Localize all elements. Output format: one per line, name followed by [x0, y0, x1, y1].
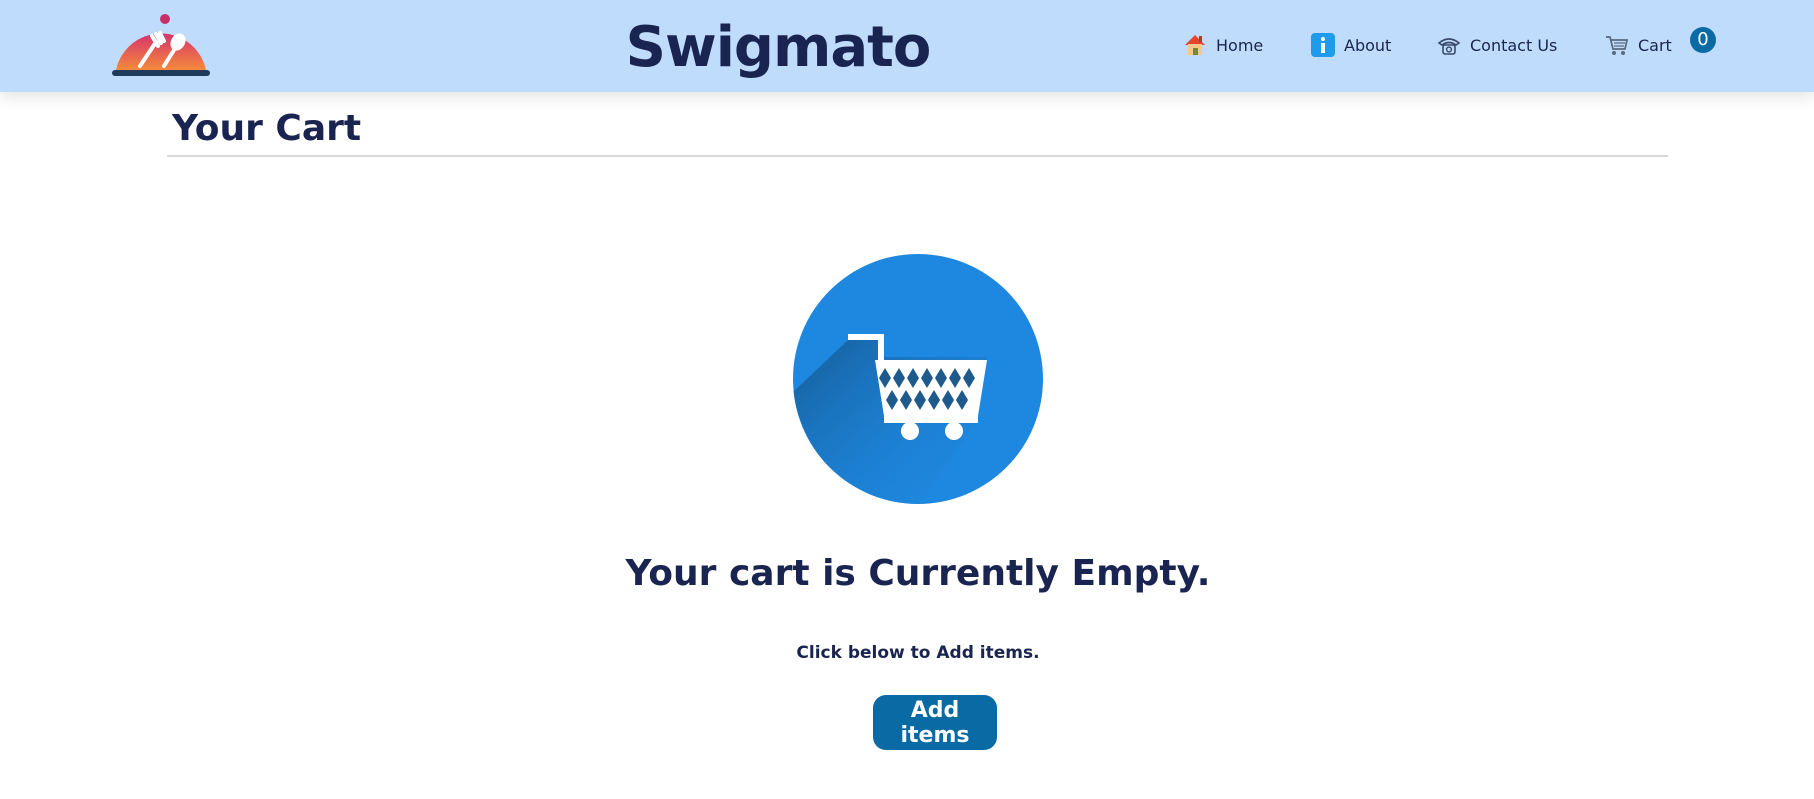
nav-item-about[interactable]: About [1310, 27, 1391, 63]
cart-count-badge: 0 [1690, 27, 1716, 53]
nav-label-contact: Contact Us [1470, 35, 1558, 55]
add-items-hint: Click below to Add items. [796, 643, 1040, 663]
header-bar: Swigmato Home About Contact Us Cart 0 [0, 0, 1814, 92]
page-title: Your Cart [172, 108, 362, 149]
house-icon [1182, 32, 1208, 58]
add-items-button[interactable]: Add items [873, 695, 997, 750]
nav-label-about: About [1344, 35, 1392, 55]
nav-item-home[interactable]: Home [1182, 27, 1263, 63]
info-icon [1310, 32, 1336, 58]
empty-cart-icon [792, 253, 1044, 505]
empty-cart-heading: Your cart is Currently Empty. [625, 553, 1211, 594]
shopping-cart-icon [1604, 32, 1630, 58]
nav-label-home: Home [1216, 35, 1264, 55]
nav-label-cart: Cart [1638, 35, 1672, 55]
title-divider [167, 155, 1668, 157]
telephone-icon [1436, 32, 1462, 58]
nav-item-contact[interactable]: Contact Us [1436, 27, 1557, 63]
nav-item-cart[interactable]: Cart [1604, 27, 1672, 63]
